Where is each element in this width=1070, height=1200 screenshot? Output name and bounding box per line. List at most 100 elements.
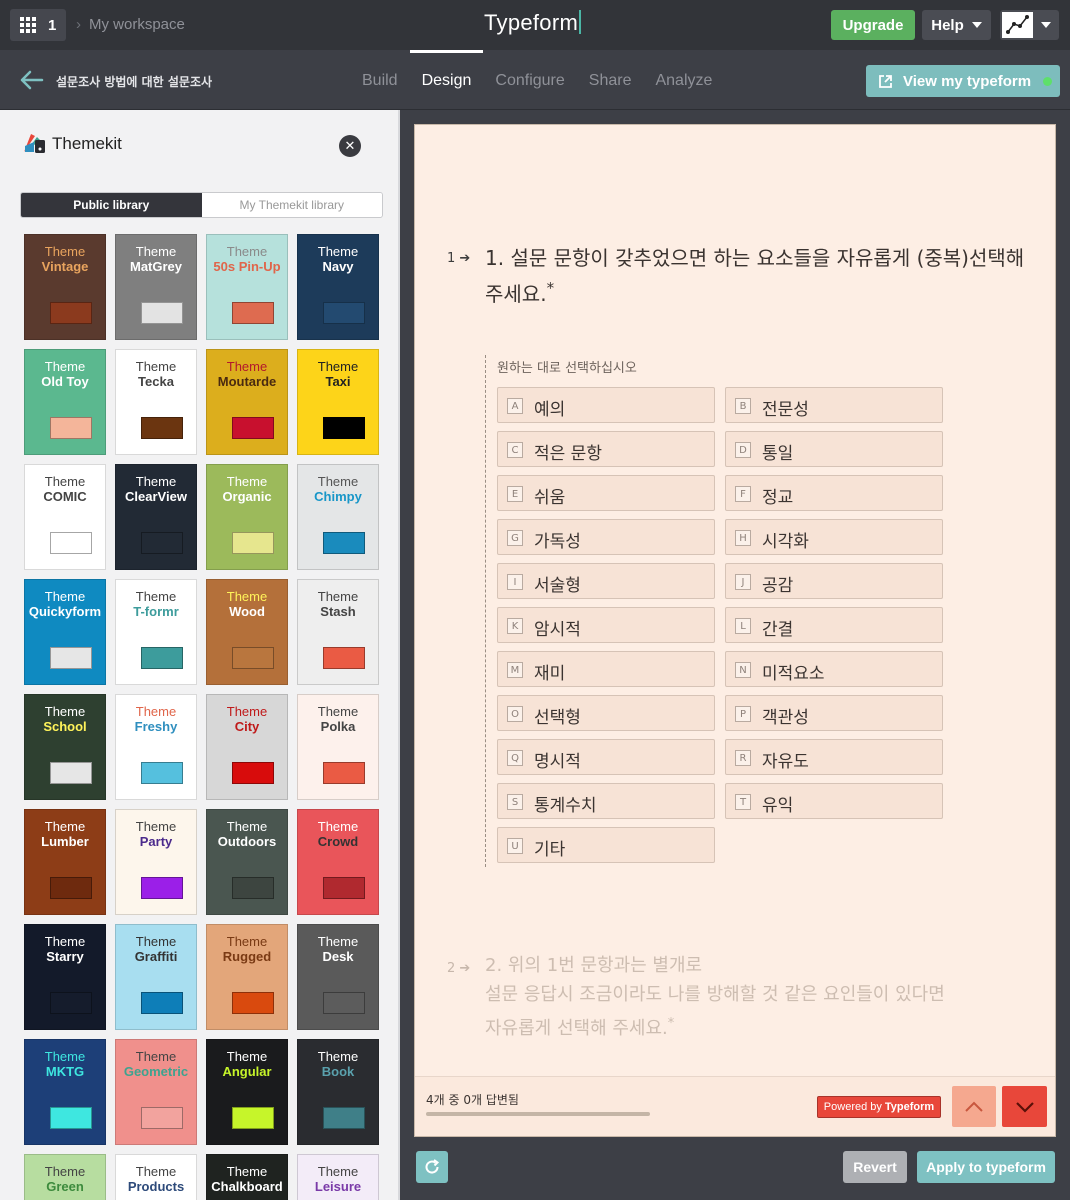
- choice-label: 미적요소: [762, 664, 825, 684]
- upgrade-button[interactable]: Upgrade: [831, 10, 915, 40]
- theme-tile[interactable]: Theme Leisure: [297, 1154, 379, 1200]
- tab-share[interactable]: Share: [577, 50, 644, 110]
- view-typeform-button[interactable]: View my typeform: [866, 65, 1060, 97]
- tab-configure[interactable]: Configure: [483, 50, 576, 110]
- choice-option[interactable]: E 쉬움: [497, 475, 715, 511]
- choice-option[interactable]: U 기타: [497, 827, 715, 863]
- theme-tile[interactable]: Theme Tecka: [115, 349, 197, 455]
- theme-tile[interactable]: Theme Outdoors: [206, 809, 288, 915]
- account-menu[interactable]: [1000, 10, 1059, 40]
- theme-button-swatch: [232, 1107, 274, 1129]
- back-arrow-icon[interactable]: [20, 70, 44, 90]
- choice-option[interactable]: F 정교: [725, 475, 943, 511]
- theme-word: Theme: [44, 1049, 86, 1064]
- choice-option[interactable]: O 선택형: [497, 695, 715, 731]
- theme-tile[interactable]: Theme Polka: [297, 694, 379, 800]
- next-question-button[interactable]: [1002, 1086, 1047, 1127]
- theme-tile[interactable]: Theme Geometric: [115, 1039, 197, 1145]
- choice-key: I: [507, 574, 523, 590]
- choice-option[interactable]: S 통계수치: [497, 783, 715, 819]
- tab-design[interactable]: Design: [409, 50, 484, 110]
- theme-tile[interactable]: Theme MatGrey: [115, 234, 197, 340]
- theme-tile[interactable]: Theme City: [206, 694, 288, 800]
- theme-word: Theme: [44, 704, 86, 719]
- top-bar: 1 › My workspace Typeform Upgrade Help: [0, 0, 1070, 50]
- close-icon[interactable]: ✕: [339, 135, 361, 157]
- choice-option[interactable]: D 통일: [725, 431, 943, 467]
- theme-tile[interactable]: Theme Quickyform: [24, 579, 106, 685]
- theme-tile[interactable]: Theme Wood: [206, 579, 288, 685]
- theme-tile[interactable]: Theme Chimpy: [297, 464, 379, 570]
- theme-tile[interactable]: Theme Taxi: [297, 349, 379, 455]
- chevron-down-icon: [971, 22, 982, 28]
- theme-tile[interactable]: Theme Old Toy: [24, 349, 106, 455]
- powered-by-badge[interactable]: Powered by Typeform: [817, 1096, 941, 1118]
- previous-question-button[interactable]: [952, 1086, 996, 1127]
- theme-button-swatch: [50, 647, 92, 669]
- workspace-button[interactable]: 1: [10, 9, 66, 41]
- choice-option[interactable]: K 암시적: [497, 607, 715, 643]
- theme-tile[interactable]: Theme Products: [115, 1154, 197, 1200]
- choice-option[interactable]: I 서술형: [497, 563, 715, 599]
- choice-label: 명시적: [534, 752, 581, 772]
- choice-option[interactable]: P 객관성: [725, 695, 943, 731]
- breadcrumb[interactable]: › My workspace: [76, 16, 185, 33]
- theme-tile[interactable]: Theme Starry: [24, 924, 106, 1030]
- theme-tile[interactable]: Theme Green: [24, 1154, 106, 1200]
- theme-tile[interactable]: Theme T-formr: [115, 579, 197, 685]
- choice-option[interactable]: T 유익: [725, 783, 943, 819]
- theme-tile[interactable]: Theme Moutarde: [206, 349, 288, 455]
- theme-tile[interactable]: Theme MKTG: [24, 1039, 106, 1145]
- choice-label: 공감: [762, 576, 794, 596]
- theme-tile[interactable]: Theme Book: [297, 1039, 379, 1145]
- choice-option[interactable]: R 자유도: [725, 739, 943, 775]
- help-button[interactable]: Help: [922, 10, 991, 40]
- choice-option[interactable]: B 전문성: [725, 387, 943, 423]
- tab-public-library[interactable]: Public library: [21, 193, 202, 217]
- theme-tile[interactable]: Theme Freshy: [115, 694, 197, 800]
- theme-tile[interactable]: Theme Lumber: [24, 809, 106, 915]
- theme-tile[interactable]: Theme Angular: [206, 1039, 288, 1145]
- theme-word: Theme: [226, 359, 268, 374]
- breadcrumb-workspace[interactable]: My workspace: [89, 16, 185, 33]
- theme-tile[interactable]: Theme Party: [115, 809, 197, 915]
- theme-tile[interactable]: Theme COMIC: [24, 464, 106, 570]
- theme-tile[interactable]: Theme Crowd: [297, 809, 379, 915]
- choice-option[interactable]: A 예의: [497, 387, 715, 423]
- choice-option[interactable]: L 간결: [725, 607, 943, 643]
- theme-tile[interactable]: Theme ClearView: [115, 464, 197, 570]
- theme-button-swatch: [50, 417, 92, 439]
- theme-name: Quickyform: [28, 604, 102, 619]
- theme-tile[interactable]: Theme Navy: [297, 234, 379, 340]
- choice-option[interactable]: H 시각화: [725, 519, 943, 555]
- theme-tile[interactable]: Theme 50s Pin-Up: [206, 234, 288, 340]
- theme-button-swatch: [50, 1107, 92, 1129]
- theme-tile[interactable]: Theme Rugged: [206, 924, 288, 1030]
- tab-my-themekit-library[interactable]: My Themekit library: [201, 193, 382, 217]
- choice-option[interactable]: Q 명시적: [497, 739, 715, 775]
- theme-tile[interactable]: Theme Stash: [297, 579, 379, 685]
- choice-option[interactable]: N 미적요소: [725, 651, 943, 687]
- themekit-title: Themekit: [52, 134, 122, 153]
- choice-key: P: [735, 706, 751, 722]
- choice-label: 통계수치: [534, 796, 597, 816]
- theme-tile[interactable]: Theme Desk: [297, 924, 379, 1030]
- tab-analyze[interactable]: Analyze: [643, 50, 724, 110]
- choice-option[interactable]: J 공감: [725, 563, 943, 599]
- choice-option[interactable]: C 적은 문항: [497, 431, 715, 467]
- theme-button-swatch: [50, 877, 92, 899]
- theme-tile[interactable]: Theme Vintage: [24, 234, 106, 340]
- choice-option[interactable]: M 재미: [497, 651, 715, 687]
- tab-build[interactable]: Build: [350, 50, 410, 110]
- choice-key: J: [735, 574, 751, 590]
- choice-option[interactable]: G 가독성: [497, 519, 715, 555]
- theme-tile[interactable]: Theme Graffiti: [115, 924, 197, 1030]
- theme-tile[interactable]: Theme School: [24, 694, 106, 800]
- theme-tile[interactable]: Theme Organic: [206, 464, 288, 570]
- choice-label: 유익: [762, 796, 794, 816]
- theme-tile[interactable]: Theme Chalkboard: [206, 1154, 288, 1200]
- revert-button[interactable]: Revert: [843, 1151, 907, 1183]
- apply-theme-button[interactable]: Apply to typeform: [917, 1151, 1055, 1183]
- theme-word: Theme: [317, 589, 359, 604]
- refresh-button[interactable]: [416, 1151, 448, 1183]
